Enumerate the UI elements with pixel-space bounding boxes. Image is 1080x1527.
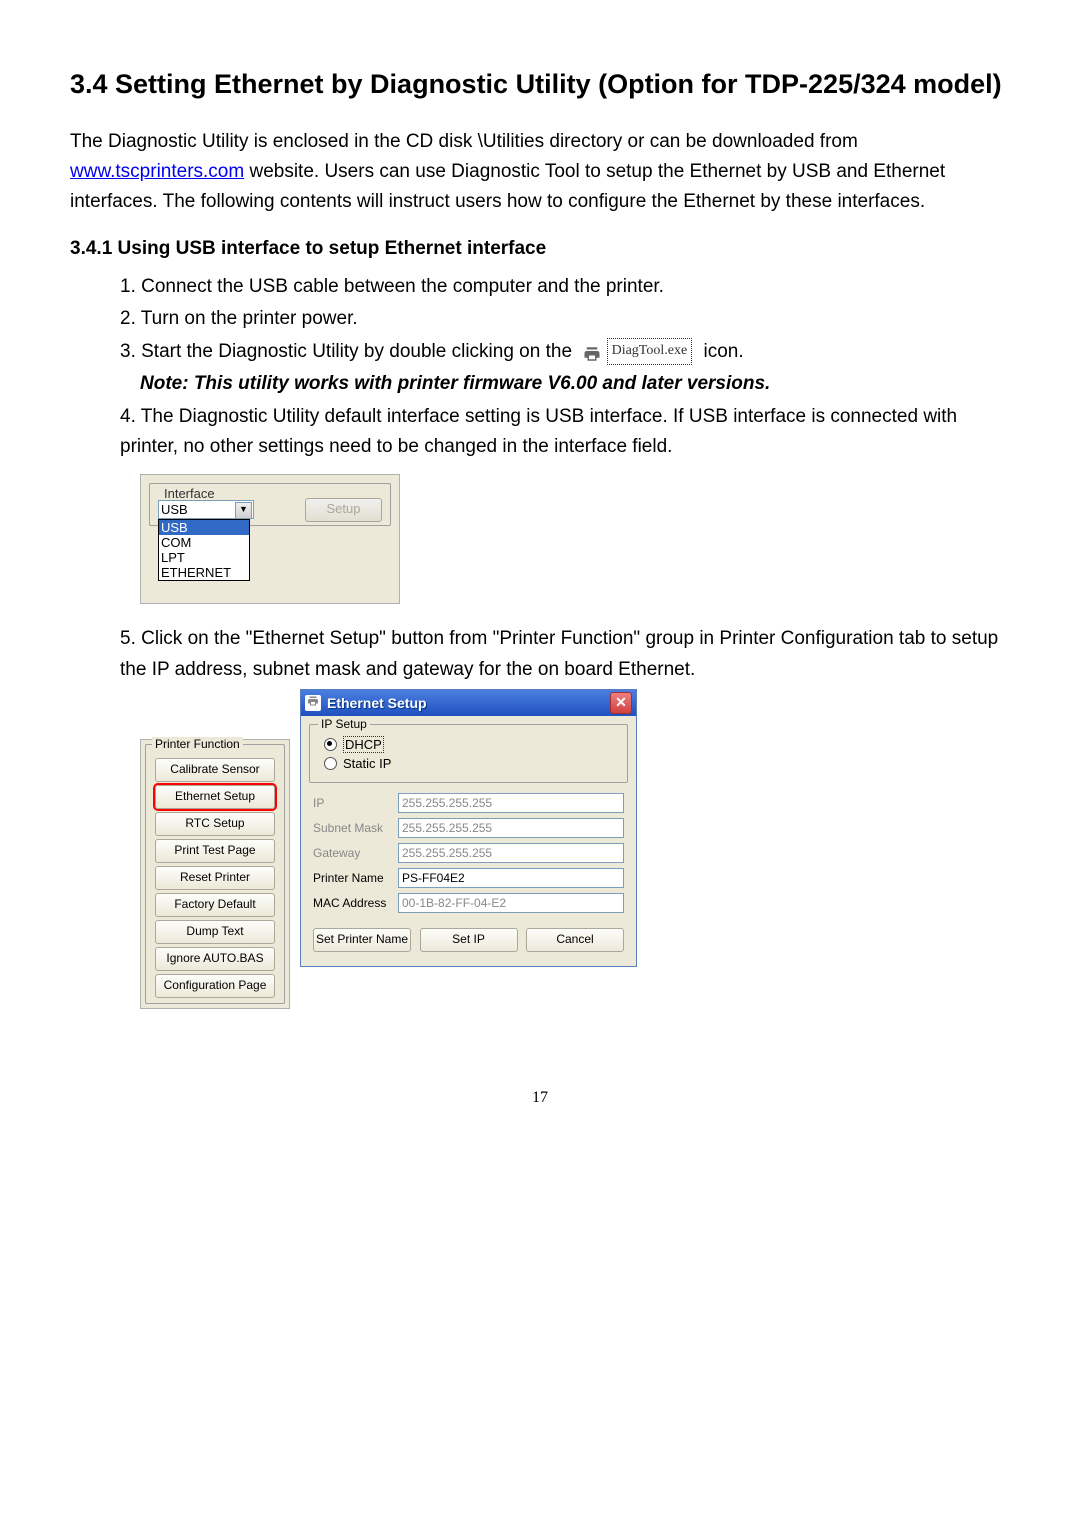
ip-label: IP xyxy=(313,796,398,810)
intro-paragraph: The Diagnostic Utility is enclosed in th… xyxy=(70,127,1010,218)
step-1: 1. Connect the USB cable between the com… xyxy=(120,272,1010,302)
dropdown-option-com[interactable]: COM xyxy=(159,535,249,550)
printer-icon xyxy=(583,343,601,361)
subsection-title: 3.4.1 Using USB interface to setup Ether… xyxy=(70,238,1010,260)
set-ip-button[interactable]: Set IP xyxy=(420,928,518,952)
rtc-setup-button[interactable]: RTC Setup xyxy=(155,812,275,836)
dump-text-button[interactable]: Dump Text xyxy=(155,920,275,944)
firmware-note: Note: This utility works with printer fi… xyxy=(140,369,1010,399)
dropdown-option-usb[interactable]: USB xyxy=(159,520,249,535)
dhcp-label: DHCP xyxy=(343,736,384,753)
website-link[interactable]: www.tscprinters.com xyxy=(70,161,244,182)
exe-filename: DiagTool.exe xyxy=(607,338,693,364)
static-ip-radio-row[interactable]: Static IP xyxy=(324,756,613,771)
close-icon[interactable]: ✕ xyxy=(610,692,632,714)
gateway-label: Gateway xyxy=(313,846,398,860)
interface-fieldset-label: Interface xyxy=(160,486,219,501)
static-ip-label: Static IP xyxy=(343,756,391,771)
static-ip-radio[interactable] xyxy=(324,757,337,770)
step-5: 5. Click on the "Ethernet Setup" button … xyxy=(120,624,1010,685)
ignore-autobas-button[interactable]: Ignore AUTO.BAS xyxy=(155,947,275,971)
gateway-input[interactable]: 255.255.255.255 xyxy=(398,843,624,863)
step-2: 2. Turn on the printer power. xyxy=(120,304,1010,334)
printer-name-input[interactable]: PS-FF04E2 xyxy=(398,868,624,888)
set-printer-name-button[interactable]: Set Printer Name xyxy=(313,928,411,952)
cancel-button[interactable]: Cancel xyxy=(526,928,624,952)
interface-setup-button: Setup xyxy=(305,498,382,522)
reset-printer-button[interactable]: Reset Printer xyxy=(155,866,275,890)
subnet-input[interactable]: 255.255.255.255 xyxy=(398,818,624,838)
mac-label: MAC Address xyxy=(313,896,398,910)
dropdown-option-ethernet[interactable]: ETHERNET xyxy=(159,565,249,580)
print-test-page-button[interactable]: Print Test Page xyxy=(155,839,275,863)
step3-pre: 3. Start the Diagnostic Utility by doubl… xyxy=(120,341,577,362)
subnet-label: Subnet Mask xyxy=(313,821,398,835)
page-number: 17 xyxy=(70,1089,1010,1107)
printer-function-panel: Printer Function Calibrate Sensor Ethern… xyxy=(140,739,290,1009)
mac-input: 00-1B-82-FF-04-E2 xyxy=(398,893,624,913)
step3-post: icon. xyxy=(703,341,743,362)
dialog-title: Ethernet Setup xyxy=(327,695,427,711)
ip-input[interactable]: 255.255.255.255 xyxy=(398,793,624,813)
dialog-titlebar: Ethernet Setup ✕ xyxy=(301,690,636,716)
printer-function-label: Printer Function xyxy=(152,737,243,751)
calibrate-sensor-button[interactable]: Calibrate Sensor xyxy=(155,758,275,782)
ip-setup-fieldset-label: IP Setup xyxy=(318,717,370,731)
para1-pre: The Diagnostic Utility is enclosed in th… xyxy=(70,131,858,152)
diagtool-icon: DiagTool.exe xyxy=(583,337,692,367)
printer-name-label: Printer Name xyxy=(313,871,398,885)
dropdown-option-lpt[interactable]: LPT xyxy=(159,550,249,565)
dropdown-arrow-icon[interactable]: ▼ xyxy=(235,502,252,519)
printer-title-icon xyxy=(305,695,321,711)
step-3: 3. Start the Diagnostic Utility by doubl… xyxy=(120,337,1010,368)
ethernet-setup-button[interactable]: Ethernet Setup xyxy=(155,785,275,809)
dhcp-radio-row[interactable]: DHCP xyxy=(324,736,613,753)
step-4: 4. The Diagnostic Utility default interf… xyxy=(120,402,1010,463)
interface-combobox[interactable]: USB ▼ xyxy=(158,500,254,519)
ethernet-setup-dialog: Ethernet Setup ✕ IP Setup DHCP Static IP… xyxy=(300,689,637,967)
interface-panel: Interface USB ▼ USB COM LPT ETHERNET Set… xyxy=(140,474,400,604)
configuration-page-button[interactable]: Configuration Page xyxy=(155,974,275,998)
section-title: 3.4 Setting Ethernet by Diagnostic Utili… xyxy=(70,60,1010,109)
dhcp-radio[interactable] xyxy=(324,738,337,751)
factory-default-button[interactable]: Factory Default xyxy=(155,893,275,917)
interface-selected: USB xyxy=(161,502,188,517)
interface-dropdown-list: USB COM LPT ETHERNET xyxy=(158,519,250,581)
